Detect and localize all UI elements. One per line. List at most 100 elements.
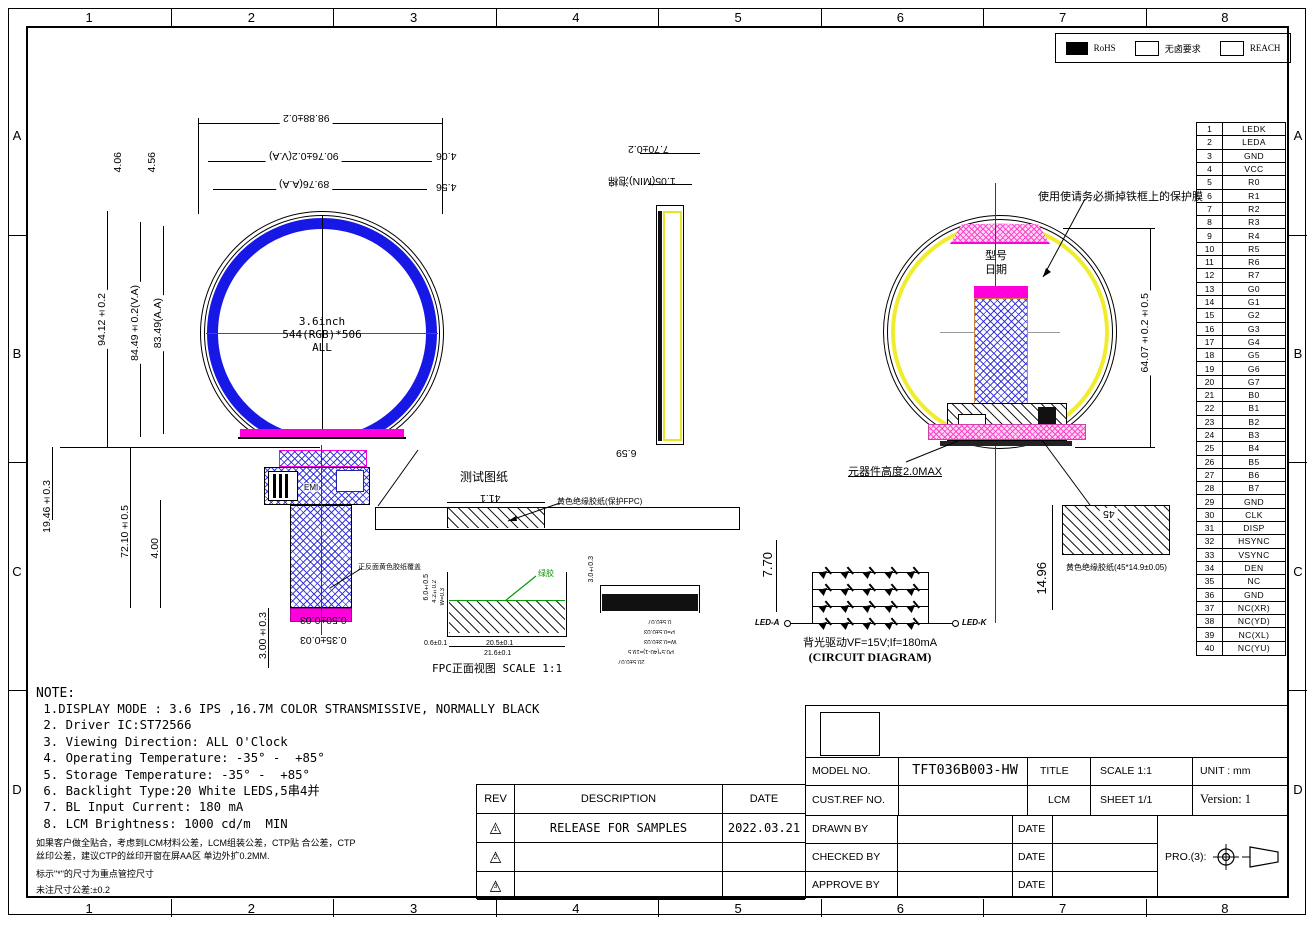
led-icon [841, 565, 856, 580]
note-item: 1.DISPLAY MODE : 3.6 IPS ,16.7M COLOR ST… [36, 701, 566, 717]
pin-name: B4 [1223, 442, 1285, 454]
grid-col-label: 2 [170, 899, 332, 917]
grid-row-label: C [8, 462, 26, 680]
third-angle-projection-icon [1212, 840, 1282, 874]
dimension-line [1052, 505, 1053, 610]
connector-pin [285, 474, 288, 498]
dim-top-gap1: 4.06 [436, 150, 456, 162]
dim-fpcb-total: P0.5*(40-1)=19.5 [628, 648, 674, 654]
pin-row: 6 R1 [1197, 190, 1285, 203]
grid-col-label: 8 [1144, 899, 1306, 917]
dim-top-gap2: 4.56 [436, 181, 456, 193]
fpc-centerline-red [321, 445, 322, 635]
grid-tick [821, 899, 822, 917]
pin-number: 8 [1197, 216, 1223, 228]
side-view-backlight [663, 211, 682, 441]
dimension-line [776, 540, 777, 612]
grid-col-label: 6 [819, 8, 981, 26]
dim-tail-gap: 4.00 [149, 538, 161, 558]
grid-tick [983, 8, 984, 26]
description-cell [515, 872, 723, 900]
dim-tail-bottom: 3.00±0.3 [257, 612, 269, 659]
pin-row: 22 B1 [1197, 402, 1285, 415]
extension-line [1075, 447, 1155, 448]
circuit-bus [928, 572, 929, 624]
description-cell: RELEASE FOR SAMPLES [515, 814, 723, 842]
date-label-3: DATE [1018, 879, 1045, 891]
approve-by-label: APPROVE BY [812, 879, 880, 891]
pin-row: 14 G1 [1197, 296, 1285, 309]
title-block-line [805, 843, 1157, 844]
pin-number: 2 [1197, 136, 1223, 148]
pin-row: 26 B5 [1197, 456, 1285, 469]
led-icon [863, 582, 878, 597]
pin-row: 7 R2 [1197, 203, 1285, 216]
pin-number: 17 [1197, 336, 1223, 348]
pin-name: CLK [1223, 509, 1285, 521]
grid-col-label: 3 [333, 8, 495, 26]
revision-cell: △3 [477, 872, 515, 900]
grid-col-label: 1 [8, 899, 170, 917]
anode-terminal-icon [784, 620, 791, 627]
pin-row: 29 GND [1197, 495, 1285, 508]
pin-number: 20 [1197, 376, 1223, 388]
pin-row: 11 R6 [1197, 256, 1285, 269]
pin-name: B0 [1223, 389, 1285, 401]
revision-cell: △1 [477, 814, 515, 842]
pin-number: 33 [1197, 549, 1223, 561]
date-header: DATE [723, 785, 805, 813]
title-block-line [805, 785, 1289, 786]
grid-tick [8, 690, 26, 691]
grid-col-label: 8 [1144, 8, 1306, 26]
cust-ref-label: CUST.REF NO. [812, 794, 885, 806]
grid-tick [8, 235, 26, 236]
dim-back-height: 64.07±0.2±0.5 [1139, 290, 1151, 375]
pin-row: 35 NC [1197, 575, 1285, 588]
grid-tick [333, 899, 334, 917]
model-no-label: MODEL NO. [812, 765, 871, 777]
pin-name: G7 [1223, 376, 1285, 388]
resolution-label: 544(RGB)*506 [272, 328, 372, 341]
pin-number: 24 [1197, 429, 1223, 441]
pin-row: 32 HSYNC [1197, 535, 1285, 548]
pin-name: R2 [1223, 203, 1285, 215]
test-paper-strip [375, 507, 740, 530]
tape-note-label: 正反面黄色胶纸覆盖 [358, 562, 421, 572]
pin-number: 15 [1197, 309, 1223, 321]
pin-row: 9 R4 [1197, 229, 1285, 242]
dim-pad2: 0.35±0.03 [300, 634, 347, 646]
description-cell [515, 843, 723, 871]
halogen-free-swatch-icon [1135, 41, 1159, 56]
dim-left-gap1: 4.06 [112, 152, 124, 172]
front-top-tape-strip [279, 450, 367, 467]
reach-swatch-icon [1220, 41, 1244, 56]
led-icon [885, 565, 900, 580]
pin-row: 1 LEDK [1197, 123, 1285, 136]
dim-fpc-h1: 6.0±0.5 [423, 574, 430, 600]
dim-fpcb-h: 3.0±0.3 [588, 556, 595, 582]
grid-col-label: 2 [170, 8, 332, 26]
pin-row: 15 G2 [1197, 309, 1285, 322]
pin-name: R5 [1223, 243, 1285, 255]
front-bottom-seal [240, 429, 404, 437]
extension-line [198, 118, 199, 214]
pin-name: NC(XL) [1223, 628, 1285, 640]
circuit-bus [812, 572, 813, 624]
pin-name: R6 [1223, 256, 1285, 268]
pin-number: 13 [1197, 283, 1223, 295]
connector-pin [279, 474, 282, 498]
date-cell [723, 872, 805, 900]
grid-tick [1289, 235, 1307, 236]
pin-number: 35 [1197, 575, 1223, 587]
drive-note-label: 背光驱动VF=15V;If=180mA [795, 634, 945, 650]
projection-label: PRO.(3): [1165, 851, 1206, 863]
extension-line [60, 447, 320, 448]
dim-thickness: 7.70±0.2 [628, 143, 669, 155]
side-view-panel [658, 211, 662, 441]
dim-fpc-drop: 7.70 [760, 552, 775, 577]
dim-height-aa: 83.49(A.A) [152, 295, 164, 351]
pin-name: DISP [1223, 522, 1285, 534]
title-block-line [1090, 757, 1091, 815]
pin-number: 39 [1197, 628, 1223, 640]
pin-name: NC [1223, 575, 1285, 587]
